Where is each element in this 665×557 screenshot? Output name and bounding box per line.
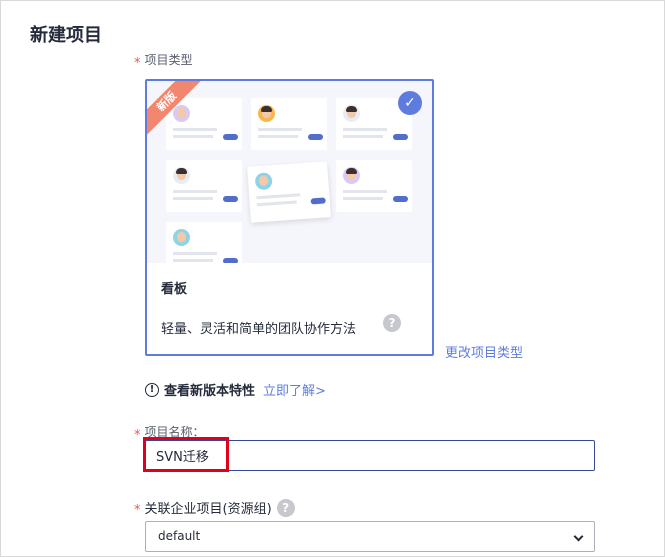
project-name-label: * 项目名称： (134, 423, 205, 443)
page-title: 新建项目 (30, 25, 102, 46)
selected-check-icon: ✓ (398, 91, 422, 115)
project-type-label: * 项目类型 (134, 51, 193, 71)
avatar (173, 229, 190, 246)
linked-project-selected-value: default (158, 529, 201, 543)
required-mark: * (134, 503, 141, 518)
avatar (173, 167, 190, 184)
board-type-title: 看板 (161, 282, 188, 297)
preview-card (336, 160, 412, 212)
board-type-description: 轻量、灵活和简单的团队协作方法 (161, 322, 357, 337)
avatar (258, 105, 275, 122)
preview-card (166, 98, 242, 150)
preview-card-dragging (247, 161, 331, 223)
version-info-text: 查看新版本特性 (164, 384, 256, 399)
help-icon[interactable]: ? (276, 498, 295, 517)
avatar (343, 105, 360, 122)
help-icon[interactable]: ? (383, 314, 401, 332)
avatar (343, 167, 360, 184)
project-type-label-text: 项目类型 (144, 53, 193, 67)
avatar (254, 172, 273, 191)
required-mark: * (134, 428, 141, 443)
project-name-label-text: 项目名称： (144, 425, 205, 439)
project-name-input[interactable] (145, 440, 595, 471)
linked-project-select[interactable]: default (145, 521, 595, 552)
board-type-card[interactable]: 新版 ✓ 看板 轻量、灵活和简单的团队协作方法 ? (145, 79, 434, 356)
version-info-row: ! 查看新版本特性 立即了解> (145, 380, 326, 399)
linked-project-label-text: 关联企业项目(资源组) (144, 502, 272, 517)
avatar (173, 105, 190, 122)
chevron-down-icon (573, 531, 584, 542)
learn-more-link[interactable]: 立即了解> (263, 380, 326, 399)
required-mark: * (134, 56, 141, 71)
preview-card (166, 222, 242, 263)
change-project-type-link[interactable]: 更改项目类型 (445, 342, 523, 361)
linked-project-label: * 关联企业项目(资源组) ? (134, 498, 295, 518)
board-preview-illustration (147, 81, 432, 263)
info-icon: ! (145, 382, 159, 397)
preview-card (251, 98, 327, 150)
preview-card (166, 160, 242, 212)
